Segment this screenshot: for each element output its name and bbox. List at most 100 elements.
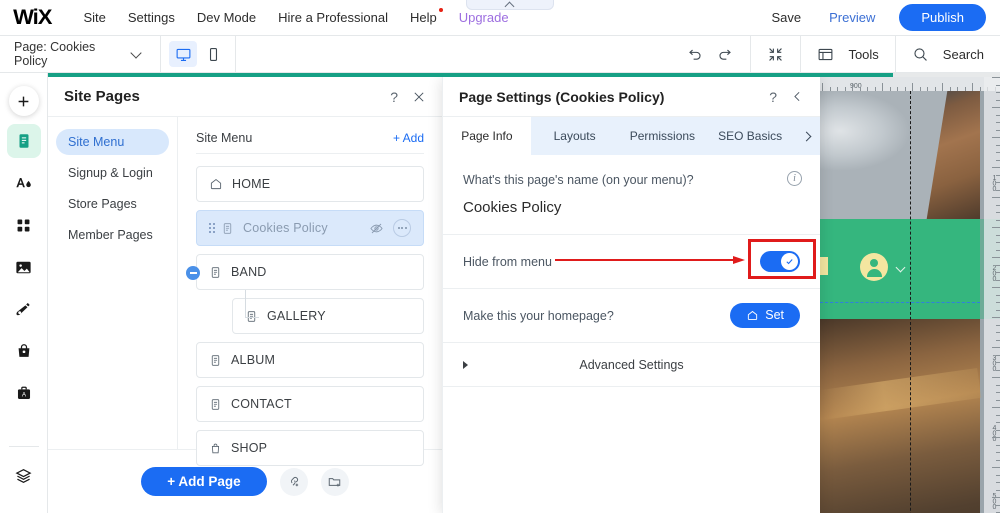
ruler-tick bbox=[996, 272, 1000, 273]
tab-page-info[interactable]: Page Info bbox=[443, 117, 531, 155]
site-pages-nav: Site Menu Signup & Login Store Pages Mem… bbox=[48, 117, 178, 449]
ruler-tick bbox=[897, 87, 898, 91]
save-button[interactable]: Save bbox=[759, 0, 813, 36]
chevron-down-icon[interactable] bbox=[896, 263, 907, 274]
ruler-tick bbox=[996, 280, 1000, 281]
chevron-left-icon[interactable] bbox=[791, 90, 804, 103]
drag-handle-icon[interactable] bbox=[209, 223, 217, 233]
hide-from-menu-toggle[interactable] bbox=[760, 251, 800, 272]
question-mark-icon[interactable]: ? bbox=[769, 89, 777, 105]
sidebar-item-member-pages[interactable]: Member Pages bbox=[56, 222, 169, 248]
info-icon[interactable]: i bbox=[787, 171, 802, 186]
sidebar-item-site-design[interactable] bbox=[7, 166, 41, 200]
sidebar-item-media[interactable] bbox=[7, 250, 41, 284]
preview-button[interactable]: Preview bbox=[817, 0, 887, 36]
eye-hidden-icon[interactable] bbox=[369, 221, 384, 236]
add-link[interactable]: + Add bbox=[393, 131, 424, 145]
link-plus-icon bbox=[286, 474, 301, 489]
page-name-value[interactable]: Cookies Policy bbox=[463, 199, 800, 216]
sidebar-item-bookings[interactable]: A bbox=[7, 376, 41, 410]
add-folder-button[interactable] bbox=[321, 468, 349, 496]
menu-item-dev-mode[interactable]: Dev Mode bbox=[186, 0, 267, 36]
ruler-tick bbox=[996, 490, 1000, 491]
sidebar-item-store-pages[interactable]: Store Pages bbox=[56, 191, 169, 217]
close-icon[interactable] bbox=[412, 90, 426, 104]
tab-permissions[interactable]: Permissions bbox=[619, 117, 707, 155]
ruler-tick bbox=[996, 145, 1000, 146]
site-canvas[interactable]: 900 100 200 300 400 500 bbox=[820, 73, 1000, 513]
ruler-tick bbox=[996, 92, 1000, 93]
page-settings-header: Page Settings (Cookies Policy) ? bbox=[443, 77, 820, 117]
ruler-tick bbox=[996, 152, 1000, 153]
user-avatar-icon[interactable] bbox=[860, 253, 888, 281]
ruler-tick bbox=[992, 167, 1000, 168]
list-item-label: GALLERY bbox=[267, 309, 326, 323]
add-elements-button[interactable] bbox=[9, 86, 39, 116]
set-homepage-label: Set bbox=[765, 309, 784, 322]
list-item-band[interactable]: BAND bbox=[196, 254, 424, 290]
pages-icon bbox=[15, 132, 33, 150]
menu-item-settings[interactable]: Settings bbox=[117, 0, 186, 36]
tab-seo-basics[interactable]: SEO Basics bbox=[706, 117, 794, 155]
list-item-shop[interactable]: SHOP bbox=[196, 430, 424, 466]
ruler-tick bbox=[822, 83, 823, 91]
chevron-up-icon bbox=[505, 1, 515, 8]
ruler-tick bbox=[830, 87, 831, 91]
add-link-button[interactable] bbox=[280, 468, 308, 496]
ruler-tick bbox=[972, 83, 973, 91]
sidebar-item-app-market[interactable] bbox=[7, 208, 41, 242]
list-item[interactable]: HOME bbox=[196, 166, 424, 202]
question-mark-icon[interactable]: ? bbox=[390, 89, 398, 105]
undo-icon[interactable] bbox=[686, 46, 703, 63]
sidebar-item-signup-login[interactable]: Signup & Login bbox=[56, 160, 169, 186]
home-icon bbox=[209, 177, 223, 191]
list-item-gallery[interactable]: GALLERY bbox=[232, 298, 424, 334]
page-selector[interactable]: Page: Cookies Policy bbox=[0, 36, 160, 73]
page-settings-panel: Page Settings (Cookies Policy) ? Page In… bbox=[442, 77, 820, 513]
desktop-view-button[interactable] bbox=[169, 41, 197, 67]
collapse-minus-icon[interactable] bbox=[186, 266, 200, 280]
search-button[interactable]: Search bbox=[896, 36, 1000, 73]
tools-icon bbox=[817, 46, 834, 63]
list-item-album[interactable]: ALBUM bbox=[196, 342, 424, 378]
list-item-cookies-policy[interactable]: Cookies Policy bbox=[196, 210, 424, 246]
ruler-tick bbox=[996, 242, 1000, 243]
ruler-tick bbox=[980, 87, 981, 91]
vertical-ruler[interactable]: 100 200 300 400 500 bbox=[984, 73, 1000, 513]
menu-item-hire-a-professional[interactable]: Hire a Professional bbox=[267, 0, 399, 36]
search-label: Search bbox=[943, 47, 984, 62]
publish-button[interactable]: Publish bbox=[899, 4, 986, 31]
ruler-tick bbox=[992, 347, 1000, 348]
toggle-knob bbox=[781, 253, 798, 270]
tools-button[interactable]: Tools bbox=[801, 36, 894, 73]
sidebar-item-site-menu[interactable]: Site Menu bbox=[56, 129, 169, 155]
set-homepage-button[interactable]: Set bbox=[730, 303, 800, 328]
sidebar-item-store[interactable] bbox=[7, 334, 41, 368]
ruler-tick bbox=[992, 137, 1000, 138]
menu-item-site[interactable]: Site bbox=[72, 0, 116, 36]
collapsed-top-tab[interactable] bbox=[466, 0, 554, 10]
zoom-out-icon[interactable] bbox=[767, 46, 784, 63]
add-page-button[interactable]: + Add Page bbox=[141, 467, 266, 497]
mobile-view-button[interactable] bbox=[199, 41, 227, 67]
list-item-contact[interactable]: CONTACT bbox=[196, 386, 424, 422]
redo-icon[interactable] bbox=[717, 46, 734, 63]
menu-item-help[interactable]: Help bbox=[399, 0, 448, 36]
list-item-label: CONTACT bbox=[231, 397, 292, 411]
page-icon bbox=[245, 310, 258, 323]
ruler-tick bbox=[996, 460, 1000, 461]
toolbar-right: Tools Search bbox=[670, 36, 1000, 73]
sidebar-item-layers[interactable] bbox=[7, 459, 41, 493]
divider bbox=[9, 446, 39, 447]
more-dots-icon[interactable] bbox=[393, 219, 411, 237]
wix-logo[interactable]: WiX bbox=[13, 6, 51, 30]
loading-progress-bar bbox=[48, 73, 1000, 77]
advanced-settings-row[interactable]: Advanced Settings bbox=[443, 343, 820, 387]
tabs-next-button[interactable] bbox=[794, 117, 820, 155]
sidebar-item-blog[interactable] bbox=[7, 292, 41, 326]
canvas-yellow-accent bbox=[820, 257, 828, 275]
tab-layouts[interactable]: Layouts bbox=[531, 117, 619, 155]
ruler-tick bbox=[996, 302, 1000, 303]
ruler-tick bbox=[996, 310, 1000, 311]
sidebar-item-site-pages[interactable] bbox=[7, 124, 41, 158]
